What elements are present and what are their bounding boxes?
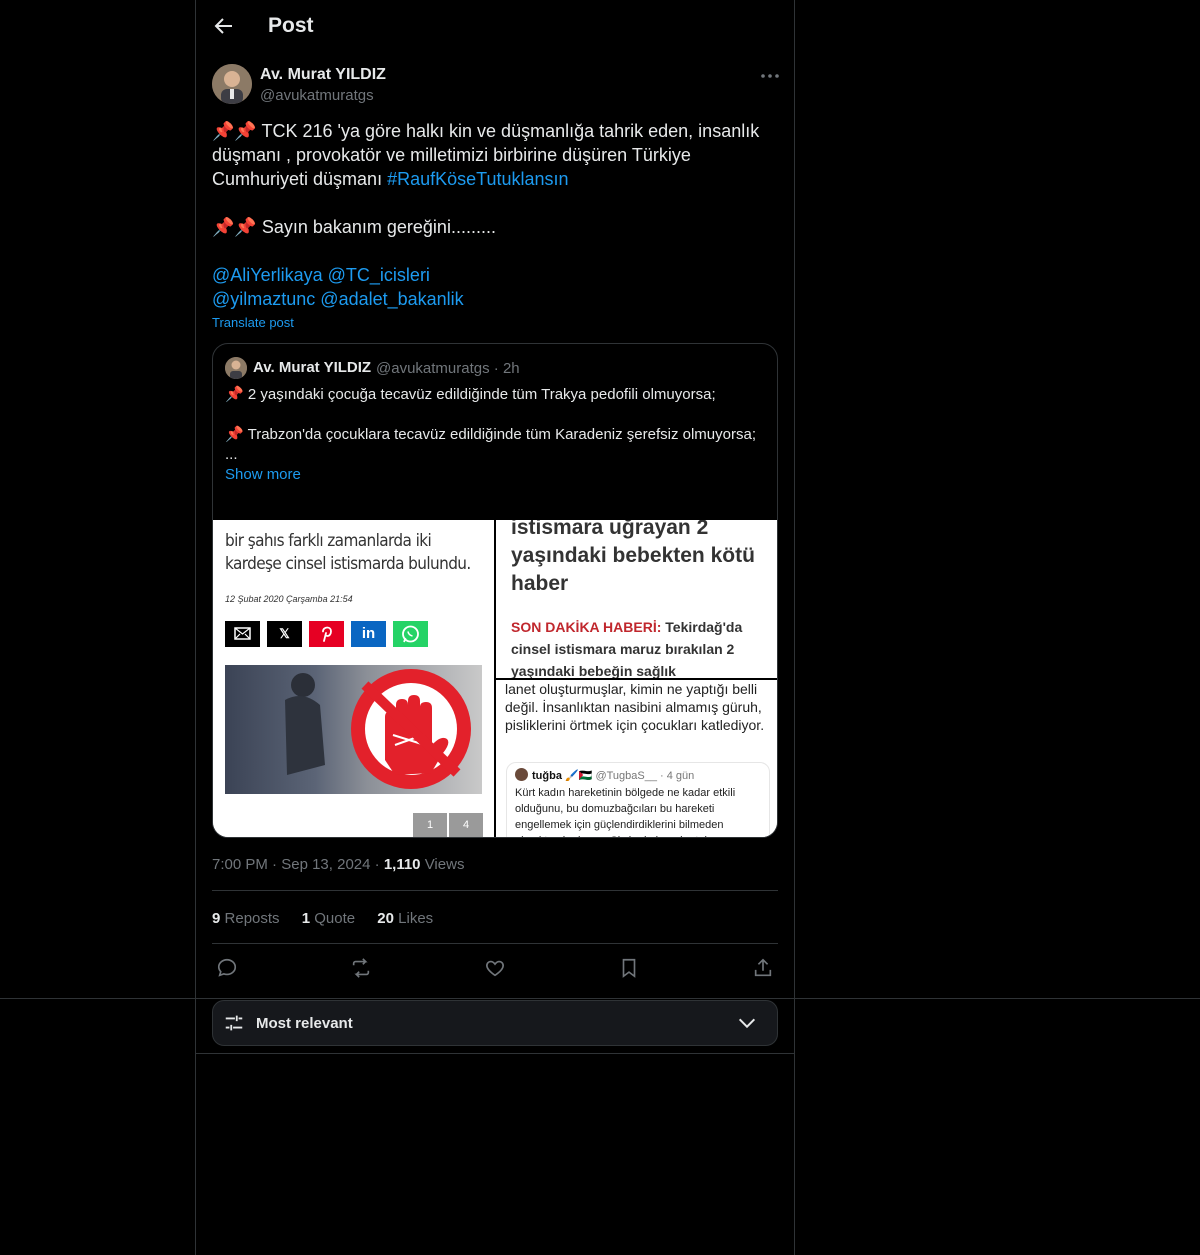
separator-dot: · — [493, 360, 499, 377]
divider — [196, 1053, 794, 1054]
embedded-tweet: tuğba 🖌️🇵🇸 @TugbaS__ · 4 gün Kürt kadın … — [506, 762, 770, 837]
share-icon — [754, 958, 772, 977]
avatar[interactable] — [212, 64, 252, 104]
likes-count: 20 — [377, 910, 394, 927]
mention-links[interactable]: @yilmaztunc @adalet_bakanlik — [212, 289, 464, 309]
engagement-stats: 9 Reposts 1 Quote 20 Likes — [212, 910, 451, 927]
more-icon — [761, 74, 779, 78]
sort-replies-dropdown[interactable]: Most relevant — [212, 1000, 778, 1046]
quoted-text: 📌 2 yaşındaki çocuğa tecavüz edildiğinde… — [225, 385, 765, 485]
quotes-count: 1 — [301, 910, 311, 927]
like-button[interactable] — [484, 957, 508, 981]
bookmark-button[interactable] — [618, 957, 642, 981]
x-logo-icon: 𝕏 — [267, 621, 302, 647]
quoted-age: 2h — [502, 360, 520, 377]
media-text: lanet oluşturmuşlar, kimin ne yaptığı be… — [505, 681, 765, 733]
separator-dot: · — [272, 856, 278, 873]
post-time[interactable]: 7:00 PM — [212, 856, 268, 873]
post-column: Post Av. Murat YILDIZ @avukatmuratgs 📌📌 … — [195, 0, 795, 1255]
post-text: 📌📌 TCK 216 'ya göre halkı kin ve düşmanl… — [212, 119, 772, 311]
media-headline: bir şahıs farklı zamanlarda iki kardeşe … — [225, 531, 471, 574]
pin-emoji: 📌 — [225, 386, 244, 403]
page-title: Post — [268, 14, 314, 37]
pin-emoji: 📌📌 — [212, 121, 257, 141]
separator-dot: · — [374, 856, 380, 873]
bookmark-icon — [622, 958, 636, 978]
reposts-label: Reposts — [224, 910, 280, 927]
news-photo — [225, 665, 482, 794]
share-button[interactable] — [752, 957, 776, 981]
post-text-line: Sayın bakanım gereğini......... — [256, 217, 496, 237]
mention-links[interactable]: @AliYerlikaya @TC_icisleri — [212, 265, 430, 285]
show-more-link[interactable]: Show more — [225, 465, 765, 485]
embedded-author-handle: @TugbaS__ · 4 gün — [595, 770, 695, 782]
linkedin-icon: in — [351, 621, 386, 647]
back-button[interactable] — [212, 14, 238, 40]
page-number: 1 — [413, 813, 447, 837]
media-image-2[interactable]: istismara uğrayan 2 yaşındaki bebekten k… — [496, 520, 777, 678]
reply-icon — [217, 958, 237, 977]
author-name[interactable]: Av. Murat YILDIZ — [260, 66, 386, 84]
author-handle[interactable]: @avukatmuratgs — [260, 87, 374, 104]
divider — [212, 943, 778, 944]
quoted-line: Trabzon'da çocuklara tecavüz edildiğinde… — [247, 426, 756, 443]
quoted-author-handle: @avukatmuratgs — [376, 360, 490, 377]
image-pager: 1 4 — [413, 813, 483, 837]
quoted-author-name: Av. Murat YILDIZ — [253, 359, 372, 376]
embedded-author: tuğba 🖌️🇵🇸 @TugbaS__ · 4 gün — [515, 768, 694, 782]
media-image-1[interactable]: bir şahıs farklı zamanlarda iki kardeşe … — [213, 520, 494, 837]
sort-label: Most relevant — [256, 1015, 353, 1032]
whatsapp-icon — [393, 621, 428, 647]
back-arrow-icon — [214, 18, 232, 34]
embedded-avatar — [515, 768, 528, 781]
pin-emoji: 📌📌 — [212, 217, 257, 237]
more-button[interactable] — [758, 64, 782, 88]
media-subheadline: SON DAKİKA HABERİ: Tekirdağ'da cinsel is… — [511, 616, 771, 678]
quoted-line: 2 yaşındaki çocuğa tecavüz edildiğinde t… — [247, 386, 716, 403]
quoted-author-meta: @avukatmuratgs · 2h — [376, 360, 520, 377]
embedded-text: Kürt kadın hareketinin bölgede ne kadar … — [515, 787, 740, 837]
reposts-stat[interactable]: 9 Reposts — [212, 910, 280, 927]
pin-emoji: 📌 — [225, 426, 244, 443]
hashtag-link[interactable]: #RaufKöseTutuklansın — [387, 169, 568, 189]
pinterest-icon — [309, 621, 344, 647]
embedded-author-name: tuğba 🖌️🇵🇸 — [532, 770, 593, 782]
repost-icon — [352, 958, 370, 978]
repost-button[interactable] — [350, 957, 374, 981]
likes-stat[interactable]: 20 Likes — [377, 910, 433, 927]
quotes-label: Quote — [314, 910, 356, 927]
quotes-stat[interactable]: 1 Quote — [302, 910, 355, 927]
mail-icon — [225, 621, 260, 647]
quoted-avatar — [225, 357, 247, 379]
media-image-3[interactable]: lanet oluşturmuşlar, kimin ne yaptığı be… — [496, 680, 777, 837]
views-count: 1,110 — [383, 856, 421, 873]
likes-label: Likes — [398, 910, 434, 927]
media-date: 12 Şubat 2020 Çarşamba 21:54 — [225, 594, 353, 604]
reply-button[interactable] — [216, 957, 240, 981]
post-meta: 7:00 PM · Sep 13, 2024 · 1,110 Views — [212, 856, 464, 873]
like-icon — [486, 960, 504, 977]
quoted-post[interactable]: Av. Murat YILDIZ @avukatmuratgs · 2h 📌 2… — [212, 343, 778, 838]
divider — [212, 890, 778, 891]
chevron-down-icon — [736, 1012, 758, 1034]
views-label: Views — [424, 856, 465, 873]
media-headline: istismara uğrayan 2 yaşındaki bebekten k… — [511, 520, 755, 595]
reposts-count: 9 — [212, 910, 221, 927]
quoted-ellipsis: ... — [225, 446, 238, 463]
post-date[interactable]: Sep 13, 2024 — [281, 856, 370, 873]
translate-link[interactable]: Translate post — [212, 315, 294, 330]
post-header: Post — [196, 0, 794, 54]
page-number: 4 — [449, 813, 483, 837]
sliders-icon — [223, 1012, 245, 1034]
breaking-label: SON DAKİKA HABERİ: — [511, 619, 662, 635]
media-grid: bir şahıs farklı zamanlarda iki kardeşe … — [213, 520, 777, 837]
